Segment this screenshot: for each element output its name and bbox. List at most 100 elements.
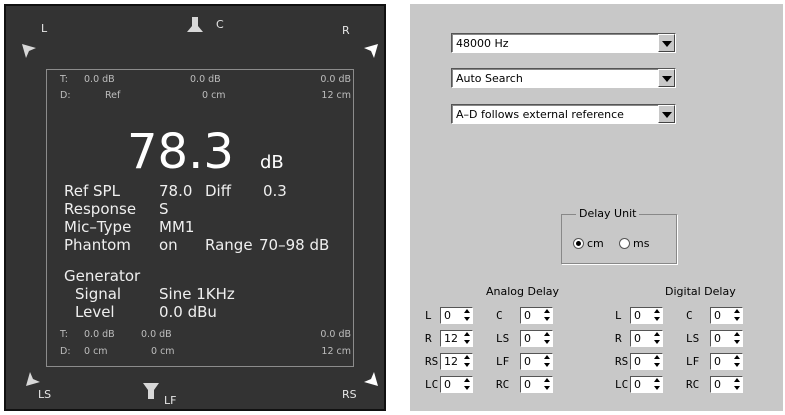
spinner-buttons[interactable] [543,377,552,392]
speaker-l-icon[interactable] [20,42,38,60]
ad-reference-chevron-down-icon[interactable] [658,105,675,123]
spin-up-icon[interactable] [543,354,552,361]
delay-value[interactable]: 12 [444,355,458,368]
spin-up-icon[interactable] [653,354,662,361]
delay-spinbox[interactable]: 0 [710,353,743,370]
spin-up-icon[interactable] [463,354,472,361]
delay-value[interactable]: 12 [444,332,458,345]
sync-mode-chevron-down-icon[interactable] [658,69,675,87]
delay-unit-radio-cm[interactable]: cm [573,237,604,250]
spin-up-icon[interactable] [543,331,552,338]
delay-value[interactable]: 0 [524,378,531,391]
speaker-ls-icon[interactable] [24,370,42,388]
delay-spinbox[interactable]: 0 [630,376,663,393]
spinner-buttons[interactable] [543,354,552,369]
spin-down-icon[interactable] [543,361,552,368]
spin-down-icon[interactable] [733,384,742,391]
ad-reference-dropdown[interactable]: A–D follows external reference [451,104,676,124]
delay-value[interactable]: 0 [444,378,451,391]
speaker-rs-icon[interactable] [362,370,380,388]
delay-value[interactable]: 0 [444,309,451,322]
delay-value[interactable]: 0 [634,378,641,391]
spinner-buttons[interactable] [543,331,552,346]
spinner-buttons[interactable] [463,354,472,369]
spin-up-icon[interactable] [733,354,742,361]
sample-rate-chevron-down-icon[interactable] [658,34,675,52]
spin-down-icon[interactable] [733,361,742,368]
spin-down-icon[interactable] [733,315,742,322]
spin-down-icon[interactable] [463,338,472,345]
spin-down-icon[interactable] [463,315,472,322]
spin-down-icon[interactable] [463,384,472,391]
spin-up-icon[interactable] [463,377,472,384]
delay-spinbox[interactable]: 0 [520,376,553,393]
delay-value[interactable]: 0 [714,309,721,322]
delay-spinbox[interactable]: 0 [710,376,743,393]
spinner-buttons[interactable] [653,354,662,369]
delay-value[interactable]: 0 [524,332,531,345]
sync-mode-dropdown[interactable]: Auto Search [451,68,676,88]
delay-value[interactable]: 0 [714,378,721,391]
spinner-buttons[interactable] [733,308,742,323]
speaker-lf-icon[interactable] [142,382,160,400]
delay-unit-radio-ms[interactable]: ms [619,237,649,250]
spin-down-icon[interactable] [463,361,472,368]
spinner-buttons[interactable] [733,377,742,392]
delay-value[interactable]: 0 [714,332,721,345]
spin-up-icon[interactable] [463,308,472,315]
channel-label: LC [425,378,439,391]
spinner-buttons[interactable] [543,308,552,323]
radio-unselected-icon[interactable] [619,238,630,249]
spinner-buttons[interactable] [653,331,662,346]
delay-spinbox[interactable]: 12 [440,353,473,370]
spin-down-icon[interactable] [653,338,662,345]
spin-up-icon[interactable] [463,331,472,338]
spinner-buttons[interactable] [463,331,472,346]
spinner-buttons[interactable] [463,377,472,392]
spin-down-icon[interactable] [653,361,662,368]
delay-spinbox[interactable]: 0 [630,307,663,324]
spl-meter-panel: L C R LS LF RS T: 0.0 dB 0.0 dB 0.0 dB D… [4,4,386,411]
spinner-buttons[interactable] [733,354,742,369]
delay-spinbox[interactable]: 0 [630,353,663,370]
delay-spinbox[interactable]: 0 [520,307,553,324]
delay-value[interactable]: 0 [634,309,641,322]
delay-spinbox[interactable]: 0 [520,353,553,370]
delay-value[interactable]: 0 [524,355,531,368]
spin-up-icon[interactable] [733,308,742,315]
spinner-buttons[interactable] [653,308,662,323]
channel-label: R [425,332,432,345]
spinner-buttons[interactable] [733,331,742,346]
delay-spinbox[interactable]: 0 [440,376,473,393]
speaker-c-icon[interactable] [186,16,204,34]
spin-down-icon[interactable] [653,315,662,322]
spin-up-icon[interactable] [653,377,662,384]
delay-spinbox[interactable]: 0 [710,330,743,347]
spin-up-icon[interactable] [733,331,742,338]
spin-up-icon[interactable] [733,377,742,384]
spin-down-icon[interactable] [543,338,552,345]
delay-spinbox[interactable]: 0 [520,330,553,347]
spin-up-icon[interactable] [543,377,552,384]
spin-down-icon[interactable] [733,338,742,345]
delay-spinbox[interactable]: 12 [440,330,473,347]
spin-down-icon[interactable] [543,315,552,322]
delay-value[interactable]: 0 [634,355,641,368]
delay-value[interactable]: 0 [634,332,641,345]
spin-up-icon[interactable] [653,331,662,338]
sample-rate-dropdown[interactable]: 48000 Hz [451,33,676,53]
delay-value[interactable]: 0 [714,355,721,368]
delay-value[interactable]: 0 [524,309,531,322]
delay-spinbox[interactable]: 0 [440,307,473,324]
spin-down-icon[interactable] [653,384,662,391]
spinner-buttons[interactable] [463,308,472,323]
phantom-value: on [159,236,178,254]
speaker-r-icon[interactable] [362,42,380,60]
delay-spinbox[interactable]: 0 [630,330,663,347]
delay-spinbox[interactable]: 0 [710,307,743,324]
spinner-buttons[interactable] [653,377,662,392]
radio-selected-icon[interactable] [573,238,584,249]
spin-up-icon[interactable] [653,308,662,315]
spin-up-icon[interactable] [543,308,552,315]
spin-down-icon[interactable] [543,384,552,391]
